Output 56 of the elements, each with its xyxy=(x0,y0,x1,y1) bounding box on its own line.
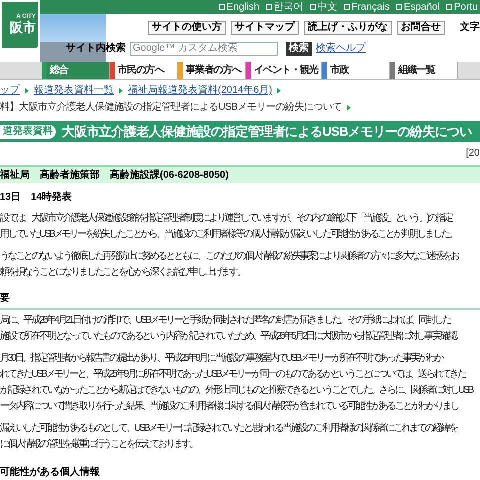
language-link[interactable]: 中文 xyxy=(310,0,338,14)
triangle-icon xyxy=(119,88,123,94)
paragraph-line: 用していたUSBメモリーを紛失したことから、当施設のご利用者様等の個人情報が漏えいした可能性があることが判明しました。 xyxy=(0,228,457,242)
current-page-text: 料】大阪市立介護老人保健施設の指定管理者によるUSBメモリーの紛失について xyxy=(0,100,342,115)
paragraph-line: 頼を損なうことになりましたことを心から深くお詫び申し上げます。 xyxy=(0,266,245,280)
search-label: サイト内検索 xyxy=(66,42,126,56)
language-link[interactable]: Español xyxy=(396,0,440,14)
nav-tab[interactable]: イベント・観光 xyxy=(246,62,322,79)
utility-link[interactable]: 読上げ・ふりがな xyxy=(304,20,392,34)
square-icon xyxy=(344,4,350,10)
breadcrumb-link[interactable]: 福祉局報道発表資料(2014年6月) xyxy=(128,83,272,98)
section-heading: 可能性がある個人情報 xyxy=(0,466,101,480)
nav-tab[interactable]: 市政 xyxy=(322,62,390,79)
language-link[interactable]: 한국어 xyxy=(266,0,304,14)
square-icon xyxy=(396,4,402,10)
date-label: [20 xyxy=(466,147,480,161)
search-button[interactable]: 検索 xyxy=(286,42,312,56)
language-link[interactable]: Portu xyxy=(446,0,478,14)
triangle-icon xyxy=(25,88,29,94)
triangle-icon xyxy=(347,104,352,110)
language-link[interactable]: Français xyxy=(344,0,390,14)
paragraph-line: 漏えいした可能性があるものとして、USBメモリーに記録されていたと思われる当施設のご利用者様の関係者にこれまでの経緯を xyxy=(0,422,457,436)
utility-link[interactable]: サイトの使い方 xyxy=(148,20,226,34)
search-help-link[interactable]: 検索ヘルプ xyxy=(316,41,366,56)
paragraph-line: うなことのないよう徹底した再発防止に努めるとともに、このたびの個人情報の紛失事案により関係者の方々に多大なご迷惑をお xyxy=(0,250,458,264)
triangle-icon xyxy=(277,88,282,94)
font-size-label: 文字 xyxy=(460,20,480,35)
paragraph-line: 設では、大阪市立介護老人保健施設5館を指定管理者制度により運営していますが、その内の1館(以下「当施設」という。)の指定 xyxy=(0,212,452,226)
department-text: 福祉局 高齢者施策部 高齢施設課(06-6208-8050) xyxy=(0,168,229,182)
breadcrumb-link[interactable]: ップ xyxy=(0,83,20,98)
nav-tab[interactable]: 組織一覧 xyxy=(390,62,458,79)
language-link[interactable]: English xyxy=(218,0,260,14)
square-icon xyxy=(310,4,316,10)
release-time: 13日 14時発表 xyxy=(0,190,72,205)
nav-tab[interactable]: 市民の方へ xyxy=(110,62,178,79)
paragraph-line: ータ内容について聞き取りを行った結果、当施設のご利用者様に関する個人情報等が含まれている可能性があることがわかりまし xyxy=(0,400,458,414)
header-photo xyxy=(40,14,106,62)
breadcrumb-link[interactable]: 報道発表資料一覧 xyxy=(34,83,114,98)
paragraph-line: 月30日、指定管理者から報告書の提出があり、平成25年9月に当施設の事務室内でUSBメモリーが所在不明であった事実がわか xyxy=(0,352,442,366)
paragraph-line: が記録されていなかったことから断定はできないものの、外形上同じものと推察できるということでした。さらに、関係者に対しUSB xyxy=(0,384,472,398)
utility-link[interactable]: サイトマップ xyxy=(231,20,299,34)
paragraph-line: 施設で所在不明となっていたものであるという内容が記されていたため、平成26年5月2日に大阪市から指定管理者に対し事実確認 xyxy=(0,330,456,344)
paragraph-line: れてきたUSBメモリーと、平成25年9月に所在不明であったUSBメモリーが同一のものであるかということについては、送られてきた xyxy=(0,368,466,382)
square-icon xyxy=(446,4,452,10)
page-title: 大阪市立介護老人保健施設の指定管理者によるUSBメモリーの紛失につい xyxy=(62,122,472,141)
square-icon xyxy=(266,4,272,10)
nav-tab[interactable]: 事業者の方へ xyxy=(178,62,246,79)
paragraph-line: 局に、平成26年4月21日付けの消印で、USBメモリーと手紙が同封された匿名の封書が届きました。その手紙によれば、同封した xyxy=(0,314,450,328)
search-field[interactable]: Google™ カスタム検索 xyxy=(130,42,278,56)
square-icon xyxy=(218,4,225,10)
utility-link[interactable]: お問合せ xyxy=(397,20,445,34)
paragraph-line: に個人情報の管理を厳重に行うことを伝えております。 xyxy=(0,438,198,452)
press-release-badge: 道発表資料 xyxy=(0,124,56,138)
logo-title: 阪市 xyxy=(10,20,36,36)
section-heading: 要 xyxy=(0,291,480,310)
nav-tab[interactable]: 総合 xyxy=(42,62,110,79)
